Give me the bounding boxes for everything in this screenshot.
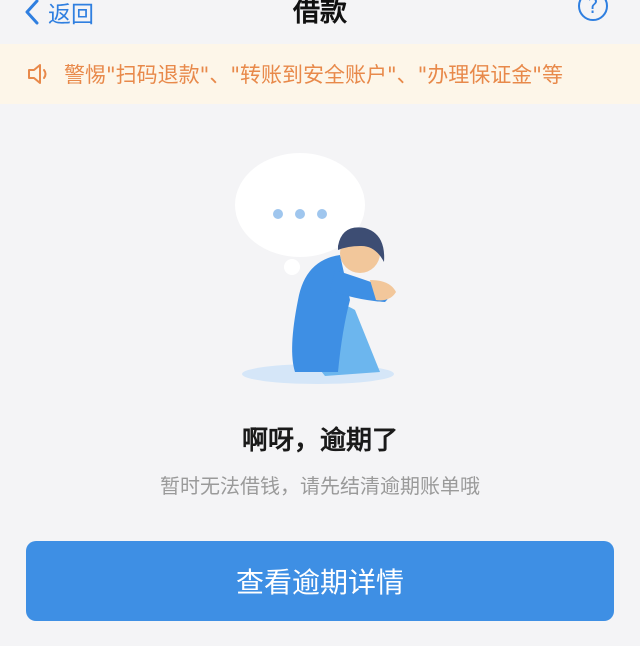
sad-person-illustration bbox=[235, 153, 396, 384]
empty-state-subtext: 暂时无法借钱，请先结清逾期账单哦 bbox=[160, 474, 480, 498]
notice-text: 警惕"扫码退款"、"转账到安全账户"、"办理保证金"等 bbox=[64, 63, 563, 87]
speaker-icon bbox=[28, 64, 47, 84]
nav-bar: 返回 借款 ? bbox=[0, 0, 640, 44]
empty-state-headline: 啊呀，逾期了 bbox=[241, 426, 398, 456]
safety-notice-bar[interactable]: 警惕"扫码退款"、"转账到安全账户"、"办理保证金"等 bbox=[0, 44, 640, 104]
view-overdue-details-button[interactable]: 查看逾期详情 bbox=[26, 541, 614, 621]
page-title: 借款 bbox=[293, 0, 347, 28]
